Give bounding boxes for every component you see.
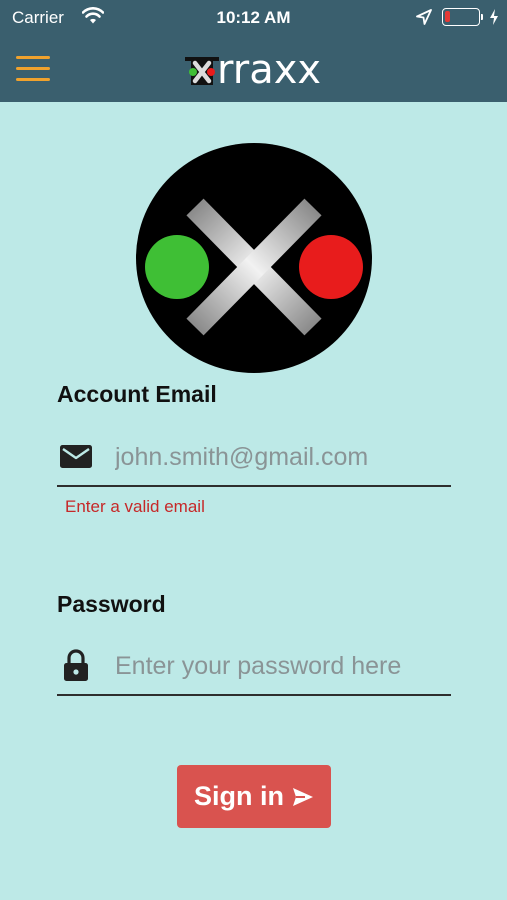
nav-bar: rraxx	[0, 36, 507, 102]
charging-bolt-icon	[490, 9, 498, 25]
lock-icon	[64, 649, 88, 681]
app-logo	[136, 143, 372, 373]
password-field-row	[57, 636, 451, 696]
hamburger-icon-line	[16, 78, 50, 81]
trraxx-mark-icon	[185, 57, 219, 85]
email-error-message: Enter a valid email	[65, 497, 205, 516]
sign-in-label: Sign in	[194, 781, 284, 811]
hamburger-icon-line	[16, 67, 50, 70]
email-label: Account Email	[57, 381, 217, 407]
battery-level	[445, 11, 450, 22]
brand-name: rraxx	[217, 47, 322, 93]
top-bar: Carrier 10:12 AM rraxx	[0, 0, 507, 102]
hamburger-icon-line	[16, 56, 50, 59]
password-input[interactable]	[115, 644, 449, 688]
envelope-icon	[60, 445, 92, 468]
send-icon	[293, 787, 313, 806]
brand-logo: rraxx	[185, 50, 321, 90]
red-light	[299, 235, 363, 299]
sign-in-button[interactable]: Sign in	[177, 765, 331, 828]
green-light	[145, 235, 209, 299]
location-arrow-icon	[416, 9, 432, 25]
status-bar: Carrier 10:12 AM	[0, 0, 507, 36]
email-input[interactable]	[115, 435, 449, 479]
email-field-row	[57, 427, 451, 487]
password-label: Password	[57, 591, 166, 617]
hamburger-menu-button[interactable]	[16, 56, 50, 82]
battery-icon	[442, 8, 483, 26]
